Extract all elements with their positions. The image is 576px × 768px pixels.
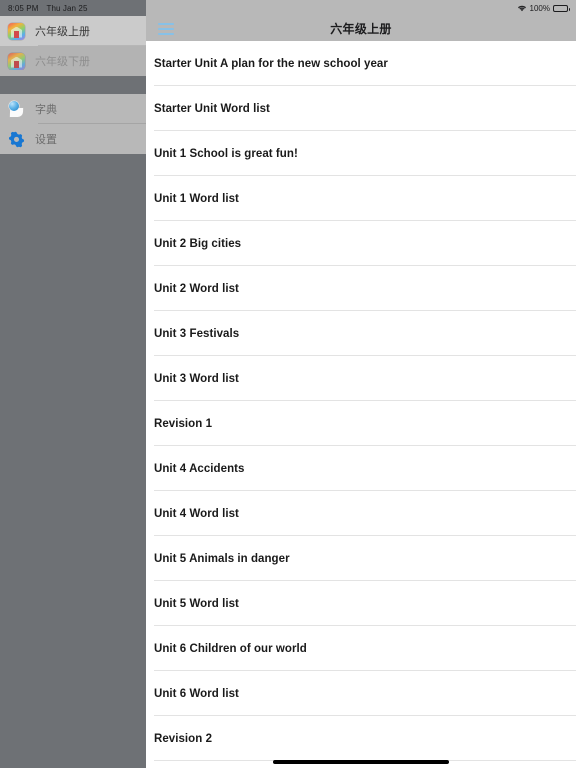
list-item[interactable]: Unit 5 Animals in danger xyxy=(146,536,576,581)
sidebar: 8:05 PM Thu Jan 25 六年级上册 六年级下册 字典 设置 xyxy=(0,0,146,768)
list-item-label: Unit 6 Word list xyxy=(154,687,239,700)
dictionary-globe-icon xyxy=(8,100,25,118)
list-item-label: Unit 6 Children of our world xyxy=(154,642,307,655)
list-item-label: Unit 3 Festivals xyxy=(154,327,240,340)
unit-list[interactable]: Starter Unit A plan for the new school y… xyxy=(146,41,576,768)
sidebar-item-label: 字典 xyxy=(35,104,57,116)
book-cover-icon xyxy=(8,52,25,70)
list-item-label: Unit 5 Animals in danger xyxy=(154,552,290,565)
list-item-label: Unit 3 Word list xyxy=(154,372,239,385)
status-bar: 8:05 PM Thu Jan 25 xyxy=(0,0,146,16)
status-bar-time: 8:05 PM xyxy=(8,3,39,13)
list-item[interactable]: Unit 1 School is great fun! xyxy=(146,131,576,176)
wifi-icon xyxy=(517,4,527,12)
status-bar-date: Thu Jan 25 xyxy=(46,3,88,13)
page-title: 六年级上册 xyxy=(330,22,392,36)
list-item-label: Unit 5 Word list xyxy=(154,597,239,610)
app-root: 8:05 PM Thu Jan 25 六年级上册 六年级下册 字典 设置 100… xyxy=(0,0,576,768)
battery-icon xyxy=(553,4,570,12)
navigation-bar: 六年级上册 xyxy=(146,16,576,41)
sidebar-item-label: 六年级上册 xyxy=(35,26,90,38)
sidebar-item-dictionary[interactable]: 字典 xyxy=(0,94,146,124)
sidebar-item-label: 设置 xyxy=(35,134,57,146)
hamburger-menu-icon[interactable] xyxy=(158,22,174,35)
status-bar-right: 100% xyxy=(146,0,576,16)
list-item-label: Unit 1 Word list xyxy=(154,192,239,205)
battery-percent-label: 100% xyxy=(529,3,550,13)
list-item-label: Revision 2 xyxy=(154,732,213,745)
list-item[interactable]: Revision 1 xyxy=(146,401,576,446)
sidebar-item-label: 六年级下册 xyxy=(35,56,90,68)
content-pane: 100% 六年级上册 Starter Unit A plan for the n… xyxy=(146,0,576,768)
list-item[interactable]: Unit 2 Big cities xyxy=(146,221,576,266)
list-item[interactable]: Starter Unit A plan for the new school y… xyxy=(146,41,576,86)
sidebar-books-group: 六年级上册 六年级下册 xyxy=(0,16,146,76)
list-item[interactable]: Unit 4 Accidents xyxy=(146,446,576,491)
list-item-label: Starter Unit A plan for the new school y… xyxy=(154,57,388,70)
sidebar-item-book-2[interactable]: 六年级下册 xyxy=(0,46,146,76)
list-item-label: Unit 2 Big cities xyxy=(154,237,242,250)
list-item[interactable]: Unit 3 Word list xyxy=(146,356,576,401)
sidebar-group-gap xyxy=(0,76,146,94)
sidebar-tools-group: 字典 设置 xyxy=(0,94,146,154)
sidebar-item-book-1[interactable]: 六年级上册 xyxy=(0,16,146,46)
list-item-label: Revision 1 xyxy=(154,417,213,430)
book-cover-icon xyxy=(8,22,25,40)
gear-icon xyxy=(8,131,25,148)
list-item[interactable]: Unit 5 Word list xyxy=(146,581,576,626)
list-item-label: Unit 4 Word list xyxy=(154,507,239,520)
list-item[interactable]: Unit 4 Word list xyxy=(146,491,576,536)
sidebar-item-settings[interactable]: 设置 xyxy=(0,124,146,154)
list-item[interactable]: Unit 2 Word list xyxy=(146,266,576,311)
list-item[interactable]: Unit 6 Children of our world xyxy=(146,626,576,671)
list-item[interactable]: Unit 6 Word list xyxy=(146,671,576,716)
list-item-label: Unit 2 Word list xyxy=(154,282,239,295)
list-item[interactable]: Unit 1 Word list xyxy=(146,176,576,221)
list-item[interactable]: Starter Unit Word list xyxy=(146,86,576,131)
list-item[interactable]: Unit 3 Festivals xyxy=(146,311,576,356)
list-item-label: Unit 1 School is great fun! xyxy=(154,147,298,160)
list-item-label: Starter Unit Word list xyxy=(154,102,270,115)
list-item[interactable]: Revision 2 xyxy=(146,716,576,761)
list-item-label: Unit 4 Accidents xyxy=(154,462,245,475)
